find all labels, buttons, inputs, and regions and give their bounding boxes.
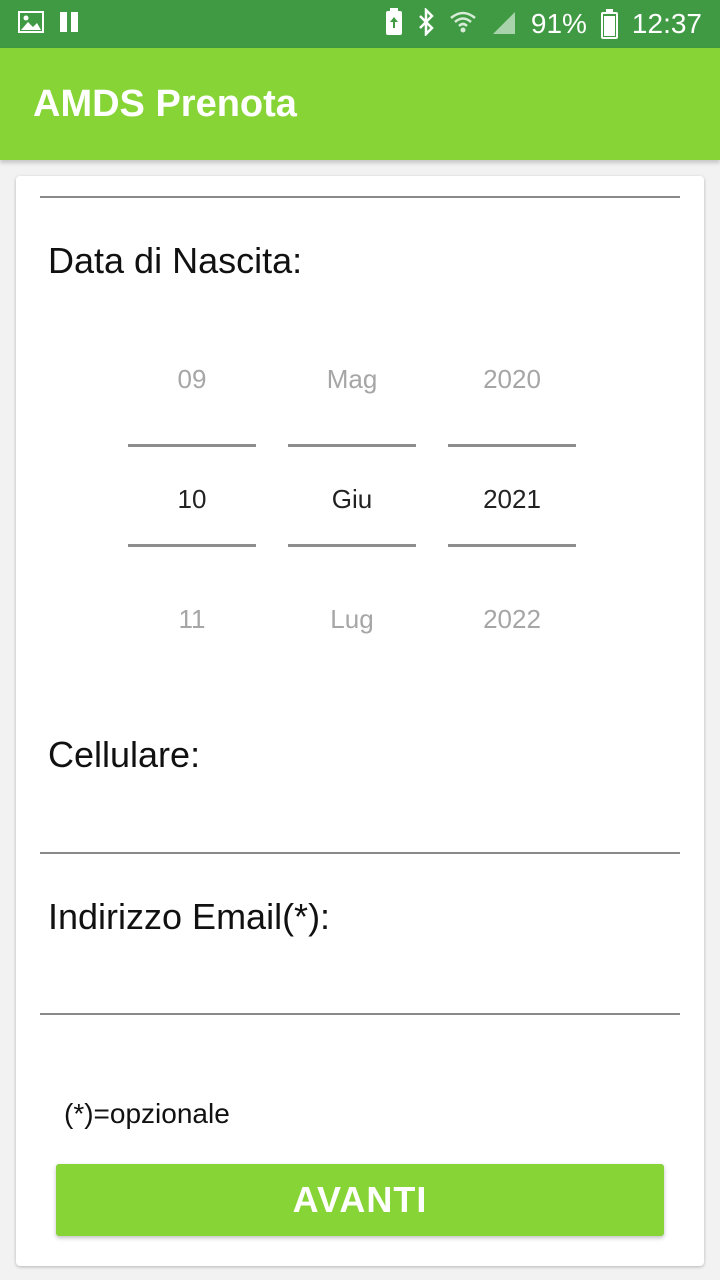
clock: 12:37 xyxy=(631,8,702,39)
day-selected[interactable]: 10 xyxy=(128,484,256,515)
mobile-input[interactable] xyxy=(40,784,680,844)
signal-icon xyxy=(491,9,517,40)
year-prev[interactable]: 2020 xyxy=(448,364,576,395)
battery-saver-icon xyxy=(385,7,403,41)
email-label: Indirizzo Email(*): xyxy=(48,896,331,937)
month-picker-line-bottom xyxy=(288,544,416,547)
year-picker-line-bottom xyxy=(448,544,576,547)
bluetooth-icon xyxy=(417,6,435,41)
email-input[interactable] xyxy=(40,948,680,1008)
image-icon xyxy=(18,10,44,38)
wifi-icon xyxy=(449,10,477,39)
month-picker[interactable]: Mag Giu Lug xyxy=(288,356,416,636)
year-next[interactable]: 2022 xyxy=(448,604,576,635)
day-next[interactable]: 11 xyxy=(128,604,256,635)
year-selected[interactable]: 2021 xyxy=(448,484,576,515)
app-bar: AMDS Prenota xyxy=(0,48,720,160)
pause-icon xyxy=(58,11,80,38)
day-prev[interactable]: 09 xyxy=(128,364,256,395)
month-picker-line-top xyxy=(288,444,416,447)
day-picker-line-bottom xyxy=(128,544,256,547)
mobile-input-underline xyxy=(40,852,680,854)
status-bar: 91% 12:37 xyxy=(0,0,720,48)
app-title: AMDS Prenota xyxy=(33,82,297,125)
next-button[interactable]: AVANTI xyxy=(56,1164,664,1236)
top-divider xyxy=(40,196,680,198)
year-picker[interactable]: 2020 2021 2022 xyxy=(448,356,576,636)
battery-icon xyxy=(600,9,618,39)
month-selected[interactable]: Giu xyxy=(288,484,416,515)
birth-date-label: Data di Nascita: xyxy=(48,240,303,281)
month-next[interactable]: Lug xyxy=(288,604,416,635)
month-prev[interactable]: Mag xyxy=(288,364,416,395)
day-picker[interactable]: 09 10 11 xyxy=(128,356,256,636)
day-picker-line-top xyxy=(128,444,256,447)
battery-percent: 91% xyxy=(530,8,587,39)
year-picker-line-top xyxy=(448,444,576,447)
mobile-label: Cellulare: xyxy=(48,734,201,775)
optional-note: (*)=opzionale xyxy=(64,1098,230,1129)
form-card: Data di Nascita: 09 10 11 Mag Giu Lug 20… xyxy=(16,176,704,1266)
email-input-underline xyxy=(40,1013,680,1015)
